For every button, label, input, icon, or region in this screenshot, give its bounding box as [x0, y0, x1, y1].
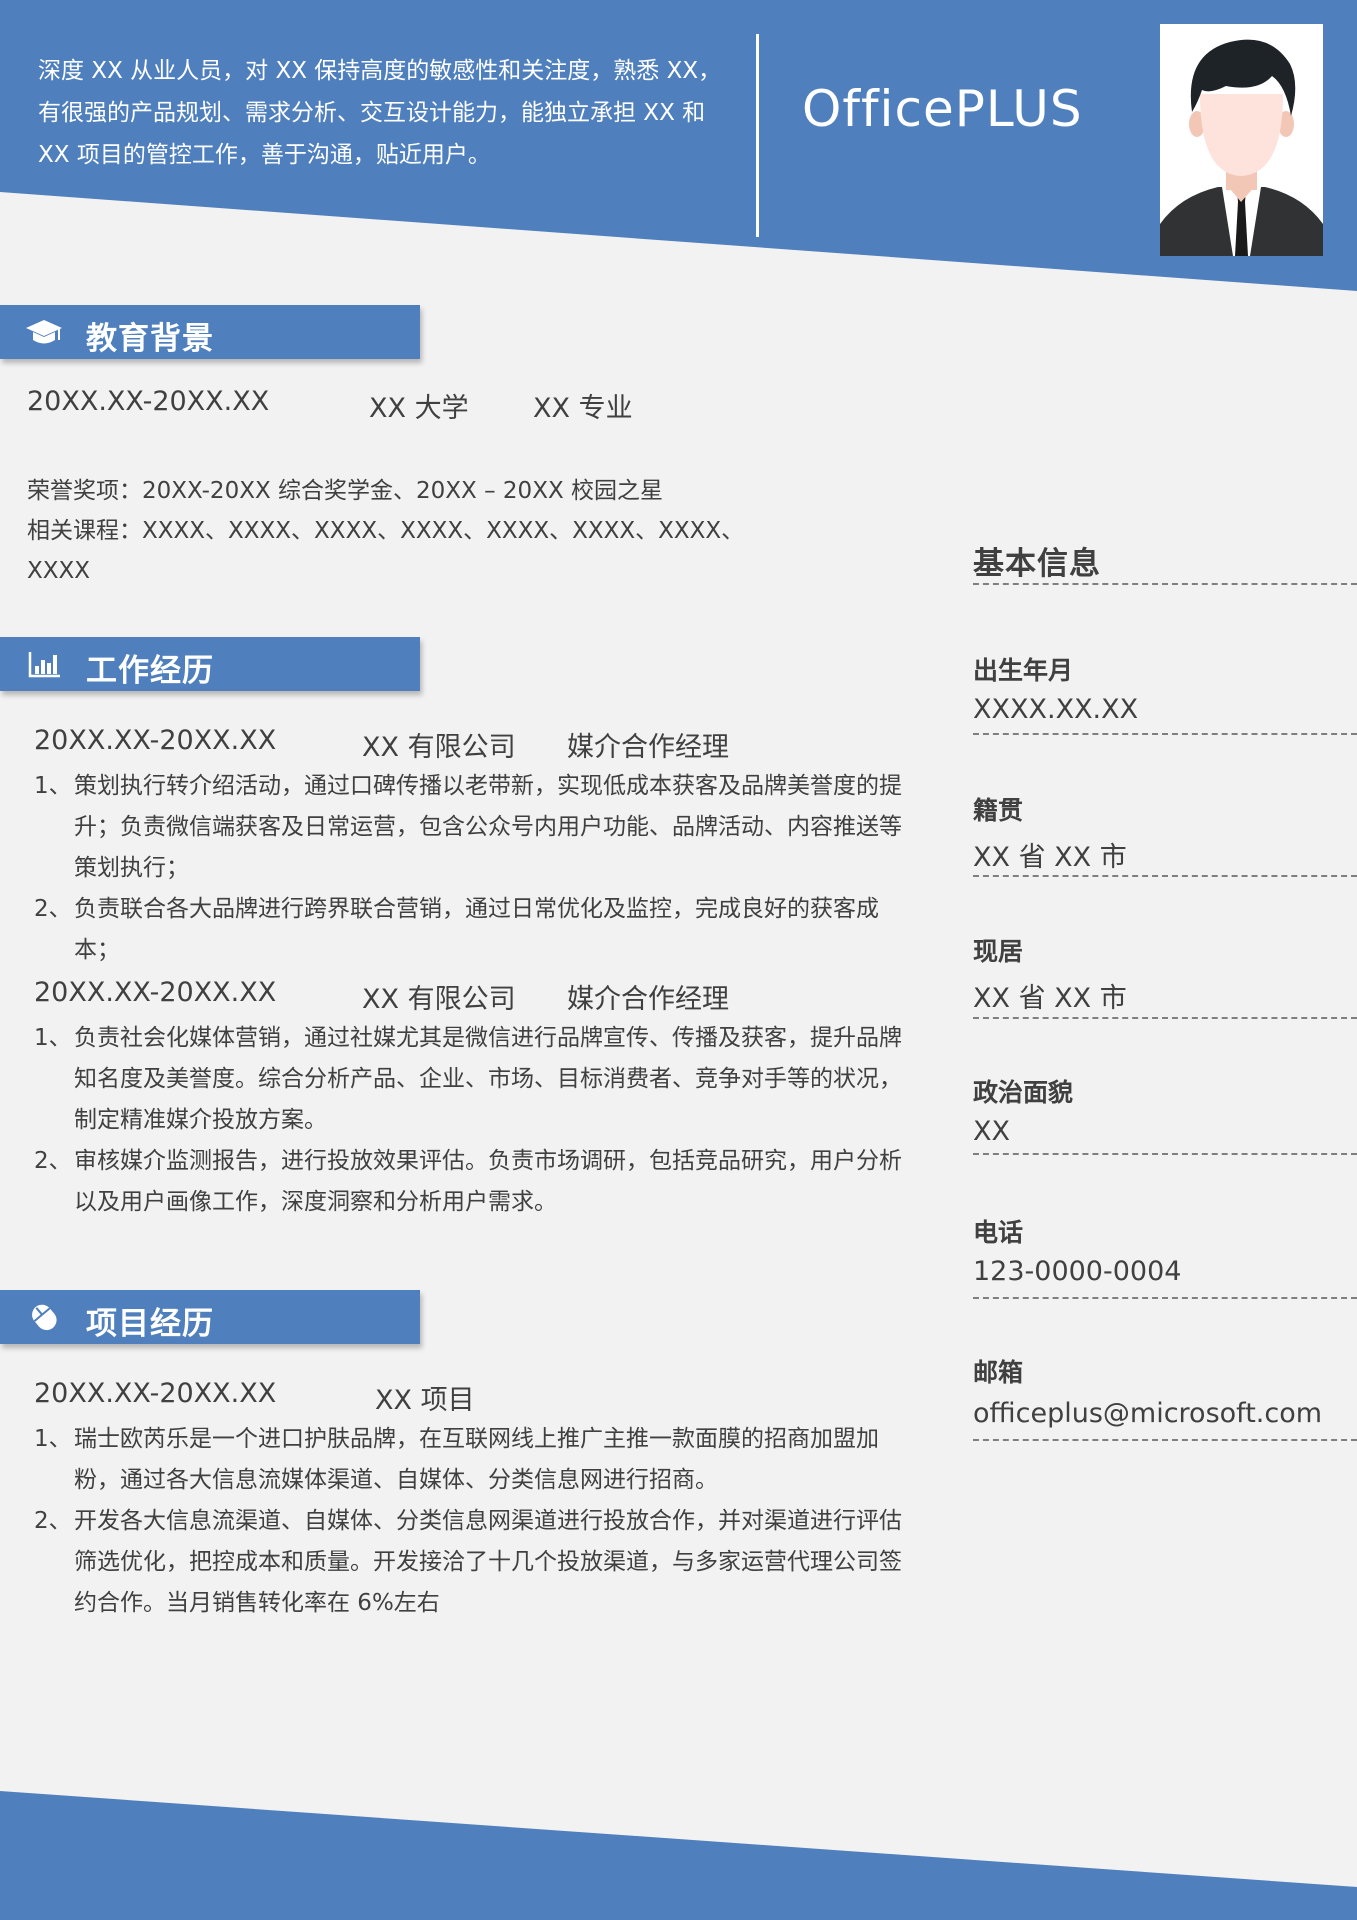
section-title: 项目经历: [86, 1306, 214, 1342]
list-item: 2、 审核媒介监测报告，进行投放效果评估。负责市场调研，包括竞品研究，用户分析以…: [34, 1141, 924, 1223]
footer-banner: [0, 1791, 1357, 1920]
section-title: 教育背景: [86, 321, 214, 357]
section-title: 工作经历: [86, 653, 214, 689]
education-major: XX 专业: [533, 393, 633, 424]
section-header-education: 教育背景: [0, 305, 420, 359]
divider: [973, 875, 1357, 877]
list-item: 2、 开发各大信息流渠道、自媒体、分类信息网渠道进行投放合作，并对渠道进行评估筛…: [34, 1501, 924, 1624]
job-company: XX 有限公司: [362, 732, 516, 763]
divider: [973, 1439, 1357, 1441]
section-header-work: 工作经历: [0, 637, 420, 691]
job-role: 媒介合作经理: [567, 732, 729, 763]
job-period: 20XX.XX-20XX.XX: [34, 725, 277, 756]
brand-name: OfficePLUS: [802, 80, 1083, 138]
list-number: 2、: [34, 1508, 72, 1534]
list-number: 2、: [34, 896, 72, 922]
info-value-email: officeplus@microsoft.com: [973, 1398, 1323, 1429]
info-label-residence: 现居: [973, 937, 1024, 966]
project-details: 1、 瑞士欧芮乐是一个进口护肤品牌，在互联网线上推广主推一款面膜的招商加盟加粉，…: [34, 1419, 924, 1624]
avatar: [1160, 24, 1323, 256]
job-duties: 1、 策划执行转介绍活动，通过口碑传播以老带新，实现低成本获客及品牌美誉度的提升…: [34, 766, 924, 971]
divider: [973, 583, 1357, 585]
list-item: 1、 负责社会化媒体营销，通过社媒尤其是微信进行品牌宣传、传播及获客，提升品牌知…: [34, 1018, 924, 1141]
info-label-phone: 电话: [973, 1218, 1024, 1247]
list-text: 负责联合各大品牌进行跨界联合营销，通过日常优化及监控，完成良好的获客成本；: [74, 896, 879, 963]
divider: [973, 1153, 1357, 1155]
info-label-political: 政治面貌: [973, 1078, 1074, 1107]
list-item: 1、 策划执行转介绍活动，通过口碑传播以老带新，实现低成本获客及品牌美誉度的提升…: [34, 766, 924, 889]
info-label-birth: 出生年月: [973, 656, 1074, 685]
basic-info-title: 基本信息: [973, 546, 1101, 582]
list-text: 策划执行转介绍活动，通过口碑传播以老带新，实现低成本获客及品牌美誉度的提升；负责…: [74, 773, 902, 881]
info-value-political: XX: [973, 1116, 1010, 1147]
mouse-icon: [32, 1304, 57, 1331]
divider: [973, 1017, 1357, 1019]
divider: [973, 1297, 1357, 1299]
list-text: 开发各大信息流渠道、自媒体、分类信息网渠道进行投放合作，并对渠道进行评估筛选优化…: [74, 1508, 902, 1616]
list-number: 1、: [34, 1426, 72, 1452]
info-value-residence: XX 省 XX 市: [973, 983, 1127, 1014]
list-number: 1、: [34, 1025, 72, 1051]
list-text: 审核媒介监测报告，进行投放效果评估。负责市场调研，包括竞品研究，用户分析以及用户…: [74, 1148, 902, 1215]
info-value-birth: XXXX.XX.XX: [973, 694, 1139, 725]
project-period: 20XX.XX-20XX.XX: [34, 1378, 277, 1409]
job-period: 20XX.XX-20XX.XX: [34, 977, 277, 1008]
education-school: XX 大学: [369, 393, 469, 424]
bar-chart-icon: [28, 652, 60, 678]
education-honors: 荣誉奖项：20XX-20XX 综合奖学金、20XX – 20XX 校园之星: [27, 478, 664, 504]
list-item: 2、 负责联合各大品牌进行跨界联合营销，通过日常优化及监控，完成良好的获客成本；: [34, 889, 924, 971]
list-text: 瑞士欧芮乐是一个进口护肤品牌，在互联网线上推广主推一款面膜的招商加盟加粉，通过各…: [74, 1426, 879, 1493]
info-label-email: 邮箱: [973, 1358, 1024, 1387]
job-company: XX 有限公司: [362, 984, 516, 1015]
person-avatar-icon: [1160, 24, 1323, 256]
list-text: 负责社会化媒体营销，通过社媒尤其是微信进行品牌宣传、传播及获客，提升品牌知名度及…: [74, 1025, 902, 1133]
list-item: 1、 瑞士欧芮乐是一个进口护肤品牌，在互联网线上推广主推一款面膜的招商加盟加粉，…: [34, 1419, 924, 1501]
project-name: XX 项目: [375, 1385, 475, 1416]
info-value-phone: 123-0000-0004: [973, 1256, 1182, 1287]
section-header-project: 项目经历: [0, 1290, 420, 1344]
header-divider: [756, 34, 759, 237]
job-duties: 1、 负责社会化媒体营销，通过社媒尤其是微信进行品牌宣传、传播及获客，提升品牌知…: [34, 1018, 924, 1223]
list-number: 2、: [34, 1148, 72, 1174]
divider: [973, 733, 1357, 735]
info-value-hometown: XX 省 XX 市: [973, 842, 1127, 873]
profile-summary: 深度 XX 从业人员，对 XX 保持高度的敏感性和关注度，熟悉 XX，有很强的产…: [38, 58, 722, 168]
info-label-hometown: 籍贯: [973, 796, 1024, 825]
education-period: 20XX.XX-20XX.XX: [27, 386, 270, 417]
education-courses: 相关课程：XXXX、XXXX、XXXX、XXXX、XXXX、XXXX、XXXX、…: [27, 518, 745, 584]
job-role: 媒介合作经理: [567, 984, 729, 1015]
list-number: 1、: [34, 773, 72, 799]
graduation-cap-icon: [26, 320, 62, 344]
